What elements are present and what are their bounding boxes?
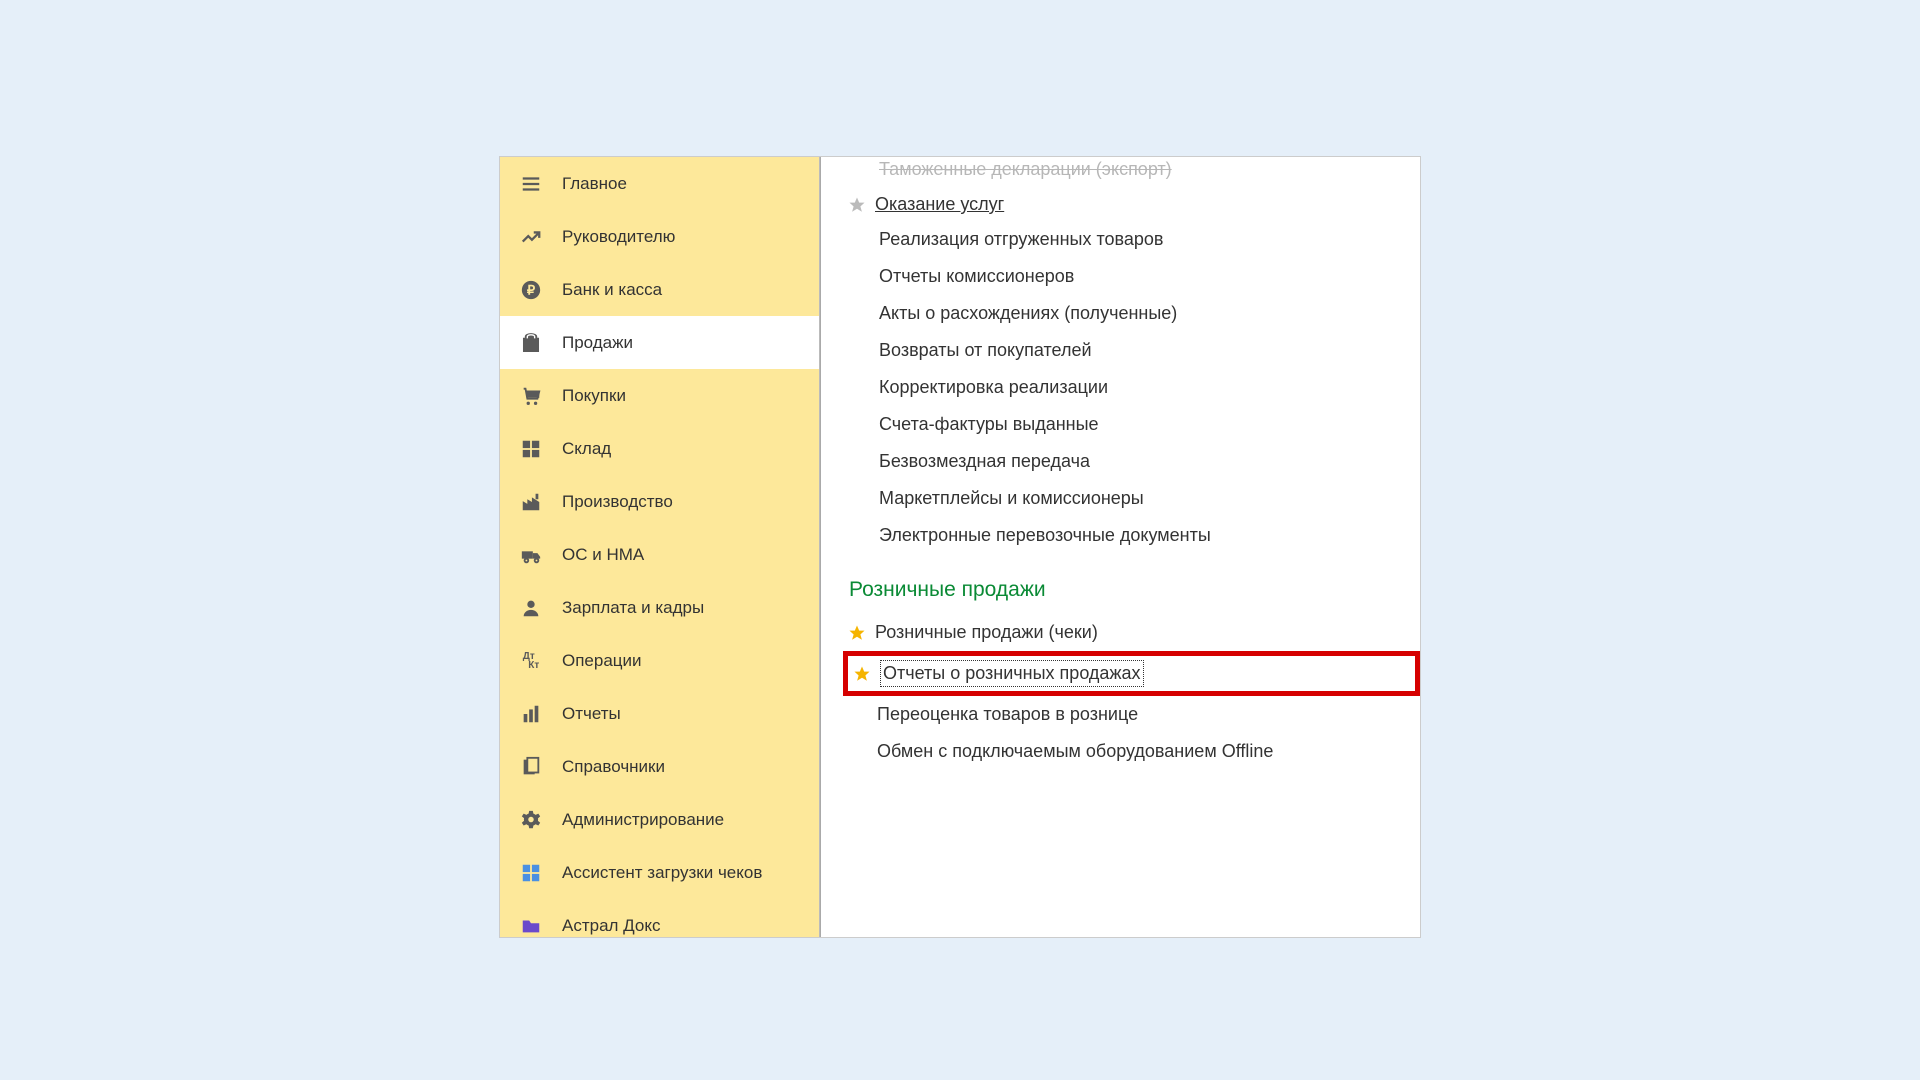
retail-item-checks[interactable]: Розничные продажи (чеки) <box>849 614 1420 651</box>
sidebar-item-sales[interactable]: Продажи <box>500 316 819 369</box>
retail-item-label: Переоценка товаров в рознице <box>877 704 1138 725</box>
sub-item[interactable]: Корректировка реализации <box>879 369 1420 406</box>
sidebar-item-warehouse[interactable]: Склад <box>500 422 819 475</box>
sidebar-item-label: Администрирование <box>562 810 724 830</box>
sidebar-item-label: Покупки <box>562 386 626 406</box>
sub-item[interactable]: Акты о расхождениях (полученные) <box>879 295 1420 332</box>
sidebar-item-leader[interactable]: Руководителю <box>500 210 819 263</box>
retail-item-label: Обмен с подключаемым оборудованием Offli… <box>877 741 1273 762</box>
star-icon[interactable] <box>854 666 870 682</box>
sub-item[interactable]: Электронные перевозочные документы <box>879 517 1420 554</box>
ruble-icon: ₽ <box>518 277 544 303</box>
tiles-icon <box>518 860 544 886</box>
retail-item-revaluation[interactable]: Переоценка товаров в рознице <box>849 696 1420 733</box>
person-icon <box>518 595 544 621</box>
sidebar-item-label: Ассистент загрузки чеков <box>562 863 762 883</box>
sidebar-item-label: Астрал Докс <box>562 916 660 936</box>
sidebar-item-receipt-assistant[interactable]: Ассистент загрузки чеков <box>500 846 819 899</box>
grid-icon <box>518 436 544 462</box>
services-link[interactable]: Оказание услуг <box>875 194 1004 215</box>
sidebar-item-main[interactable]: Главное <box>500 157 819 210</box>
sidebar-item-fixed-assets[interactable]: ОС и НМА <box>500 528 819 581</box>
retail-item-label: Розничные продажи (чеки) <box>875 622 1098 643</box>
truck-icon <box>518 542 544 568</box>
sub-item[interactable]: Отчеты комиссионеров <box>879 258 1420 295</box>
sidebar-item-catalogs[interactable]: Справочники <box>500 740 819 793</box>
sidebar-item-reports[interactable]: Отчеты <box>500 687 819 740</box>
sidebar-item-astral[interactable]: Астрал Докс <box>500 899 819 937</box>
retail-heading: Розничные продажи <box>849 554 1420 614</box>
sub-item[interactable]: Возвраты от покупателей <box>879 332 1420 369</box>
factory-icon <box>518 489 544 515</box>
sidebar-item-admin[interactable]: Администрирование <box>500 793 819 846</box>
sidebar-item-label: Зарплата и кадры <box>562 598 704 618</box>
menu-icon <box>518 171 544 197</box>
sidebar-item-label: Руководителю <box>562 227 675 247</box>
sidebar-item-label: Склад <box>562 439 611 459</box>
sidebar-item-label: Отчеты <box>562 704 621 724</box>
sidebar-item-label: Производство <box>562 492 673 512</box>
bars-icon <box>518 701 544 727</box>
cutoff-item[interactable]: Таможенные декларации (экспорт) <box>849 157 1420 188</box>
gear-icon <box>518 807 544 833</box>
sidebar-item-bank[interactable]: ₽ Банк и касса <box>500 263 819 316</box>
sidebar-item-operations[interactable]: Дт Кт Операции <box>500 634 819 687</box>
sub-item[interactable]: Безвозмездная передача <box>879 443 1420 480</box>
sidebar-item-label: Операции <box>562 651 642 671</box>
sidebar-item-label: Справочники <box>562 757 665 777</box>
star-icon[interactable] <box>849 625 865 641</box>
sidebar-item-production[interactable]: Производство <box>500 475 819 528</box>
books-icon <box>518 754 544 780</box>
bag-icon <box>518 330 544 356</box>
sidebar-item-payroll[interactable]: Зарплата и кадры <box>500 581 819 634</box>
sidebar: Главное Руководителю ₽ Банк и касса Прод… <box>500 157 820 937</box>
trending-icon <box>518 224 544 250</box>
sub-item[interactable]: Счета-фактуры выданные <box>879 406 1420 443</box>
sidebar-item-label: Банк и касса <box>562 280 662 300</box>
main-panel: Таможенные декларации (экспорт) Оказание… <box>820 157 1420 937</box>
retail-item-reports[interactable]: Отчеты о розничных продажах <box>843 651 1420 696</box>
folder-icon <box>518 913 544 938</box>
services-link-row: Оказание услуг <box>849 188 1420 221</box>
sidebar-item-label: ОС и НМА <box>562 545 644 565</box>
sidebar-item-label: Продажи <box>562 333 633 353</box>
sub-item[interactable]: Реализация отгруженных товаров <box>879 221 1420 258</box>
retail-item-offline-exchange[interactable]: Обмен с подключаемым оборудованием Offli… <box>849 733 1420 770</box>
cart-icon <box>518 383 544 409</box>
sub-item[interactable]: Маркетплейсы и комиссионеры <box>879 480 1420 517</box>
dtkr-icon: Дт Кт <box>518 648 544 674</box>
retail-item-label: Отчеты о розничных продажах <box>880 660 1144 687</box>
app-window: Главное Руководителю ₽ Банк и касса Прод… <box>499 156 1421 938</box>
star-icon[interactable] <box>849 197 865 213</box>
sidebar-item-label: Главное <box>562 174 627 194</box>
svg-text:₽: ₽ <box>527 282 536 297</box>
sidebar-item-purchases[interactable]: Покупки <box>500 369 819 422</box>
sales-subitems: Реализация отгруженных товаров Отчеты ко… <box>849 221 1420 554</box>
retail-items: Розничные продажи (чеки) Отчеты о рознич… <box>849 614 1420 770</box>
